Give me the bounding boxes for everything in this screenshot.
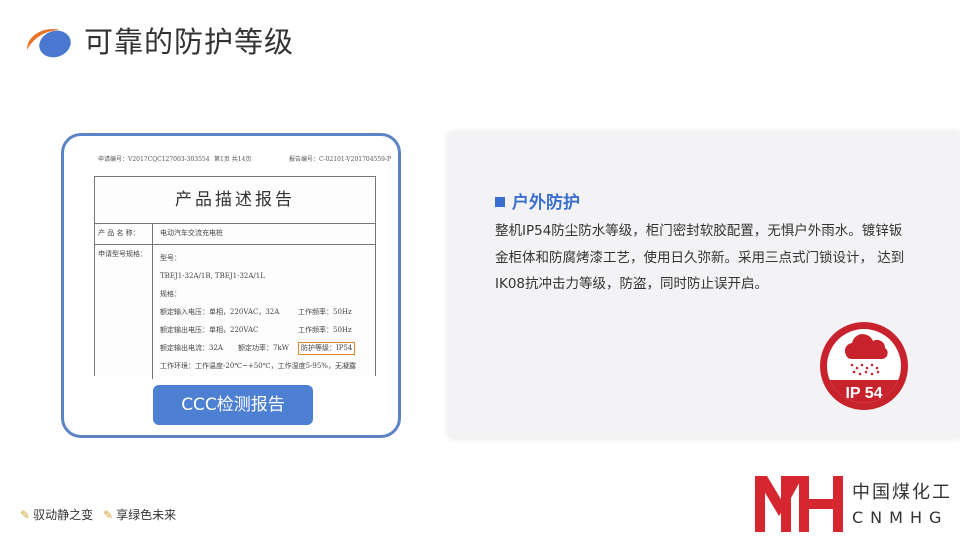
product-description-document: 产品描述报告 产 品 名 称： 电动汽车交流充电桩 申请型号规格： 型号： TB… — [94, 176, 376, 379]
slogan-2: 享绿色未来 — [116, 508, 177, 522]
rated-input-voltage: 额定输入电压：单相，220VAC，32A — [160, 308, 280, 316]
outdoor-protection-heading: 户外防护 — [495, 188, 580, 213]
working-frequency-2: 工作频率：50Hz — [298, 326, 352, 334]
brand-name-cn: 中国煤化工 — [852, 482, 952, 503]
footer-slogan: ✎ 驭动静之变 ✎ 享绿色未来 — [20, 506, 176, 523]
product-name-label: 产 品 名 称： — [95, 224, 153, 244]
section-title-logo-icon — [27, 28, 71, 58]
leaf-icon-2: ✎ — [103, 508, 114, 522]
rated-output-voltage: 额定输出电压：单相，220VAC — [160, 326, 259, 334]
spec-heading: 规格： — [160, 290, 181, 298]
outdoor-protection-panel: 户外防护 整机IP54防尘防水等级，柜门密封软胶配置，无惧户外雨水。镀锌钣金柜体… — [449, 132, 960, 438]
slogan-1: 驭动静之变 — [33, 508, 94, 522]
rated-output-current: 额定输出电流：32A — [160, 344, 223, 352]
square-bullet-icon — [495, 197, 505, 207]
working-frequency-1: 工作频率：50Hz — [298, 308, 352, 316]
product-name-row: 产 品 名 称： 电动汽车交流充电桩 — [95, 224, 375, 245]
working-environment: 工作环境：工作温度-20℃~+50℃，工作湿度5-95%，无凝露 — [160, 362, 356, 370]
page-count: 第1页 共14页 — [214, 156, 252, 163]
rated-power: 额定功率：7kW — [238, 344, 289, 352]
cnmhg-logo-icon — [755, 476, 843, 532]
report-image-card: 申请编号：V2017CQC127003-303554 第1页 共14页 报告编号… — [61, 133, 401, 438]
report-number: 报告编号：C-02101-V201704559-P — [289, 156, 392, 163]
protection-level-highlight: 防护等级：IP54 — [298, 342, 356, 355]
heading-text: 户外防护 — [512, 193, 580, 213]
model-heading: 型号： — [160, 254, 181, 262]
application-number: 申请编号：V2017CQC127003-303554 — [98, 156, 210, 163]
leaf-icon: ✎ — [20, 508, 31, 522]
product-name-value: 电动汽车交流充电桩 — [160, 229, 223, 237]
badge-label: IP 54 — [845, 385, 882, 402]
ccc-report-button[interactable]: CCC检测报告 — [153, 385, 313, 425]
document-title: 产品描述报告 — [95, 177, 375, 224]
page-title: 可靠的防护等级 — [84, 25, 295, 59]
brand-name-en: CNMHG — [852, 508, 949, 527]
report-meta-line: 申请编号：V2017CQC127003-303554 第1页 共14页 报告编号… — [64, 154, 398, 166]
outdoor-protection-description: 整机IP54防尘防水等级，柜门密封软胶配置，无惧户外雨水。镀锌钣金柜体和防腐烤漆… — [495, 223, 905, 292]
model-spec-row: 申请型号规格： 型号： TBEJ1-32A/1B, TBEJ1-32A/1L 规… — [95, 245, 375, 379]
model-spec-label: 申请型号规格： — [95, 245, 153, 379]
ip54-rain-badge-icon: IP 54 — [820, 322, 908, 410]
model-value: TBEJ1-32A/1B, TBEJ1-32A/1L — [160, 272, 265, 280]
